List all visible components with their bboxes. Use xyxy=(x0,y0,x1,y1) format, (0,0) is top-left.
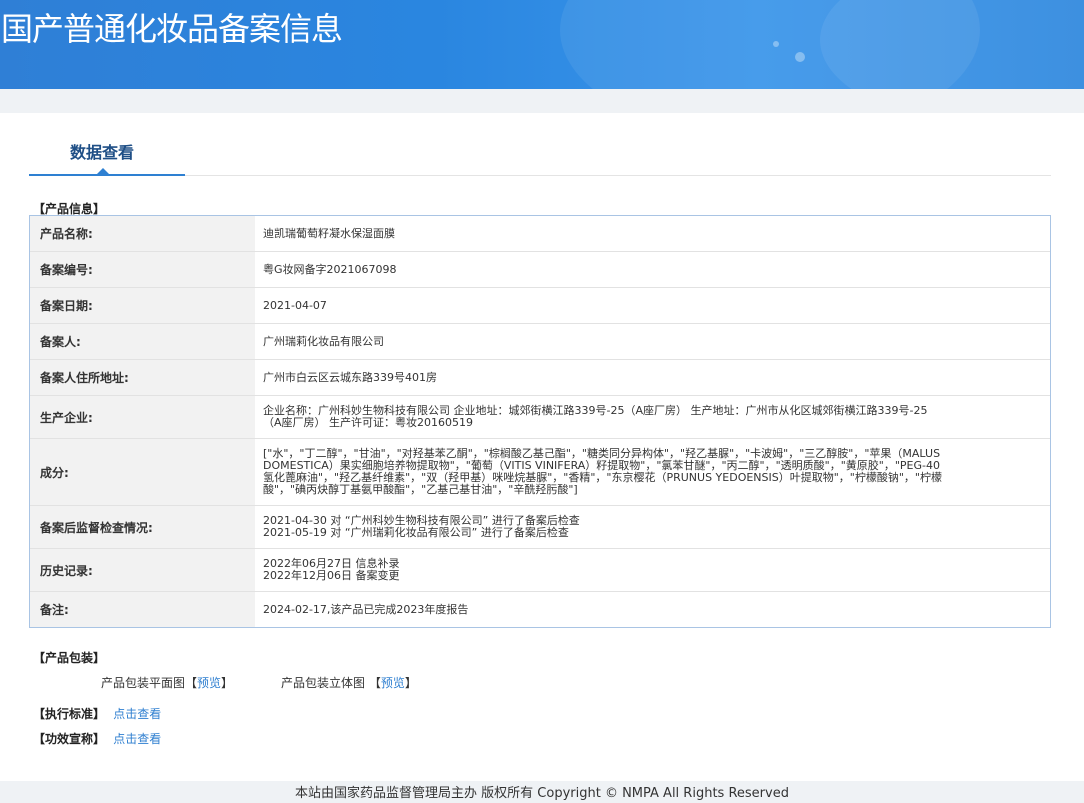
tab-data-view[interactable]: 数据查看 xyxy=(70,139,134,163)
efficacy-claim-view-link[interactable]: 点击查看 xyxy=(113,732,161,746)
section-product-package: 【产品包装】 xyxy=(33,651,106,665)
row-label: 成分: xyxy=(30,439,255,505)
bracket: 】 xyxy=(404,676,417,690)
page-header: 国产普通化妆品备案信息 xyxy=(0,0,1084,89)
preview-flat-link[interactable]: 预览 xyxy=(197,676,221,690)
filing-date-value: 2021-04-07 xyxy=(263,298,327,312)
row-label: 生产企业: xyxy=(30,396,255,438)
table-row: 产品名称: 迪凯瑞葡萄籽凝水保湿面膜 xyxy=(30,216,1050,252)
table-row: 备注: 2024-02-17,该产品已完成2023年度报告 xyxy=(30,592,1050,627)
tab-active-underline xyxy=(29,174,185,176)
efficacy-claim-label: 【功效宣称】 xyxy=(33,732,106,746)
value-line: 2022年12月06日 备案变更 xyxy=(263,569,400,582)
package-flat-item: 产品包装平面图【预览】 xyxy=(101,674,233,691)
row-label: 备案人住所地址: xyxy=(30,360,255,395)
value-line: 2021-05-19 对 “广州瑞莉化妆品有限公司” 进行了备案后检查 xyxy=(263,526,569,539)
table-row: 历史记录: 2022年06月27日 信息补录 2022年12月06日 备案变更 xyxy=(30,549,1050,592)
table-row: 备案日期: 2021-04-07 xyxy=(30,288,1050,324)
inspection-value: 2021-04-30 对 “广州科妙生物科技有限公司” 进行了备案后检查 202… xyxy=(255,506,1050,548)
section-exec-standard: 【执行标准】 点击查看 xyxy=(33,705,161,722)
table-row: 备案人住所地址: 广州市白云区云城东路339号401房 xyxy=(30,360,1050,396)
bracket: 】 xyxy=(221,676,234,690)
manufacturer-value: 企业名称：广州科妙生物科技有限公司 企业地址：城郊街横江路339号-25（A座厂… xyxy=(255,396,1050,438)
exec-standard-view-link[interactable]: 点击查看 xyxy=(113,707,161,721)
product-info-table: 产品名称: 迪凯瑞葡萄籽凝水保湿面膜 备案编号: 粤G妆网备字202106709… xyxy=(29,215,1051,628)
table-row: 备案人: 广州瑞莉化妆品有限公司 xyxy=(30,324,1050,360)
main-content: 数据查看 【产品信息】 产品名称: 迪凯瑞葡萄籽凝水保湿面膜 备案编号: 粤G妆… xyxy=(0,113,1084,781)
row-label: 备注: xyxy=(30,592,255,627)
bracket: 【 xyxy=(185,676,198,690)
bracket: 【 xyxy=(368,676,381,690)
tab-caret-icon xyxy=(97,168,109,174)
table-row: 生产企业: 企业名称：广州科妙生物科技有限公司 企业地址：城郊街横江路339号-… xyxy=(30,396,1050,439)
package-flat-label: 产品包装平面图 xyxy=(101,676,186,690)
table-row: 备案编号: 粤G妆网备字2021067098 xyxy=(30,252,1050,288)
ingredients-value: ["水"，"丁二醇"，"甘油"，"对羟基苯乙酮"，"棕榈酸乙基己酯"，"糖类同分… xyxy=(255,439,1050,505)
table-row: 备案后监督检查情况: 2021-04-30 对 “广州科妙生物科技有限公司” 进… xyxy=(30,506,1050,549)
row-label: 历史记录: xyxy=(30,549,255,591)
package-stereo-label: 产品包装立体图 xyxy=(281,676,366,690)
header-decoration xyxy=(820,0,1084,89)
row-label: 备案人: xyxy=(30,324,255,359)
row-label: 备案编号: xyxy=(30,252,255,287)
table-row: 成分: ["水"，"丁二醇"，"甘油"，"对羟基苯乙酮"，"棕榈酸乙基己酯"，"… xyxy=(30,439,1050,506)
filing-number-value: 粤G妆网备字2021067098 xyxy=(263,262,397,276)
value-line: （A座厂房） 生产许可证：粤妆20160519 xyxy=(263,416,474,429)
value-line: 酸"，"碘丙炔醇丁基氨甲酸酯"，"乙基己基甘油"，"辛酰羟肟酸"] xyxy=(263,483,578,496)
package-stereo-item: 产品包装立体图 【预览】 xyxy=(281,674,417,691)
row-label: 产品名称: xyxy=(30,216,255,251)
header-decoration xyxy=(795,52,805,62)
remark-value: 2024-02-17,该产品已完成2023年度报告 xyxy=(263,602,469,616)
page-footer: 本站由国家药品监督管理局主办 版权所有 Copyright © NMPA All… xyxy=(0,781,1084,803)
page-title: 国产普通化妆品备案信息 xyxy=(1,10,343,48)
row-label: 备案后监督检查情况: xyxy=(30,506,255,548)
row-label: 备案日期: xyxy=(30,288,255,323)
section-efficacy-claim: 【功效宣称】 点击查看 xyxy=(33,730,161,747)
product-name-value: 迪凯瑞葡萄籽凝水保湿面膜 xyxy=(263,226,395,240)
exec-standard-label: 【执行标准】 xyxy=(33,707,106,721)
history-value: 2022年06月27日 信息补录 2022年12月06日 备案变更 xyxy=(255,549,1050,591)
filer-address-value: 广州市白云区云城东路339号401房 xyxy=(263,370,437,384)
filer-value: 广州瑞莉化妆品有限公司 xyxy=(263,334,384,348)
preview-stereo-link[interactable]: 预览 xyxy=(381,676,405,690)
header-decoration xyxy=(773,41,779,47)
